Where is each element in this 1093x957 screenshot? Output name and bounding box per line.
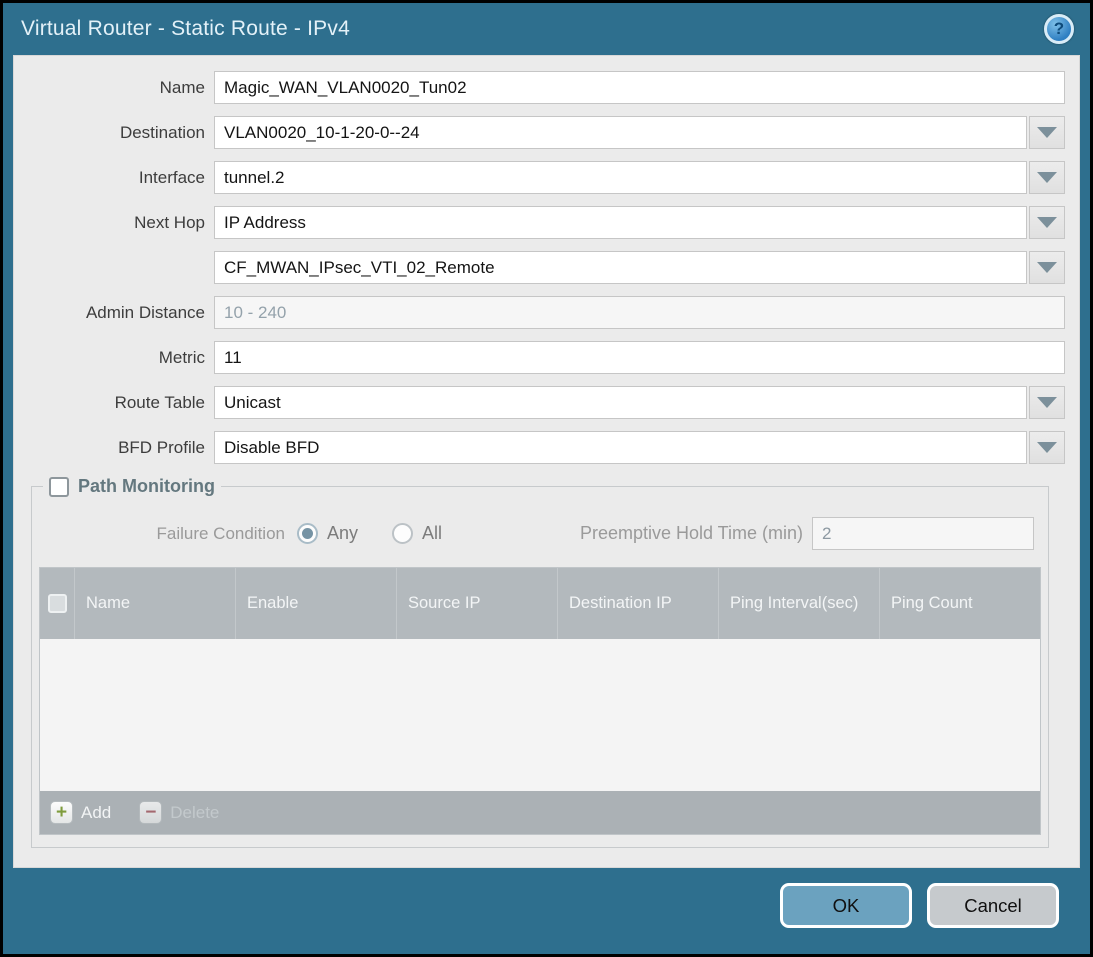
route-table-input[interactable]: [214, 386, 1027, 419]
admin-distance-input[interactable]: [214, 296, 1065, 329]
form-row-metric: Metric: [14, 341, 1065, 374]
column-header-ping-interval[interactable]: Ping Interval(sec): [718, 568, 879, 639]
path-monitoring-section: Path Monitoring Failure Condition Any Al…: [31, 476, 1049, 848]
preemptive-hold-input[interactable]: [812, 517, 1034, 550]
route-table-dropdown-button[interactable]: [1029, 386, 1065, 419]
bfd-profile-label: BFD Profile: [14, 438, 214, 458]
form-row-next-hop: Next Hop: [14, 206, 1065, 239]
chevron-down-icon: [1037, 127, 1057, 138]
column-header-destination-ip[interactable]: Destination IP: [557, 568, 718, 639]
chevron-down-icon: [1037, 397, 1057, 408]
chevron-down-icon: [1037, 442, 1057, 453]
form-row-name: Name: [14, 71, 1065, 104]
table-header-select-all: [40, 568, 74, 639]
ok-button[interactable]: OK: [780, 883, 912, 928]
form-row-interface: Interface: [14, 161, 1065, 194]
destination-input[interactable]: [214, 116, 1027, 149]
next-hop-label: Next Hop: [14, 213, 214, 233]
radio-all-label: All: [422, 523, 442, 544]
add-button-label: Add: [81, 803, 111, 823]
destination-dropdown-button[interactable]: [1029, 116, 1065, 149]
name-input[interactable]: [214, 71, 1065, 104]
column-header-name[interactable]: Name: [74, 568, 235, 639]
radio-any[interactable]: Any: [297, 523, 358, 544]
destination-label: Destination: [14, 123, 214, 143]
interface-label: Interface: [14, 168, 214, 188]
preemptive-hold-group: Preemptive Hold Time (min): [580, 517, 1034, 550]
dialog-titlebar: Virtual Router - Static Route - IPv4 ?: [3, 3, 1090, 55]
name-label: Name: [14, 78, 214, 98]
cancel-button[interactable]: Cancel: [927, 883, 1059, 928]
metric-input[interactable]: [214, 341, 1065, 374]
radio-all[interactable]: All: [392, 523, 442, 544]
delete-button[interactable]: − Delete: [139, 801, 219, 824]
path-monitoring-legend: Path Monitoring: [43, 476, 221, 497]
chevron-down-icon: [1037, 172, 1057, 183]
form-row-admin-distance: Admin Distance: [14, 296, 1065, 329]
path-monitoring-checkbox[interactable]: [49, 477, 69, 497]
static-route-dialog: Virtual Router - Static Route - IPv4 ? N…: [3, 3, 1090, 954]
next-hop-address-input[interactable]: [214, 251, 1027, 284]
table-toolbar: + Add − Delete: [40, 791, 1040, 834]
dialog-footer: OK Cancel: [3, 868, 1090, 954]
delete-minus-icon: −: [139, 801, 162, 824]
help-icon[interactable]: ?: [1044, 14, 1074, 44]
metric-label: Metric: [14, 348, 214, 368]
bfd-profile-input[interactable]: [214, 431, 1027, 464]
chevron-down-icon: [1037, 262, 1057, 273]
next-hop-type-dropdown-button[interactable]: [1029, 206, 1065, 239]
table-header-row: Name Enable Source IP Destination IP Pin…: [40, 568, 1040, 639]
next-hop-type-input[interactable]: [214, 206, 1027, 239]
path-monitoring-title: Path Monitoring: [78, 476, 215, 497]
interface-input[interactable]: [214, 161, 1027, 194]
delete-button-label: Delete: [170, 803, 219, 823]
table-body-empty: [40, 639, 1040, 791]
radio-all-circle[interactable]: [392, 523, 413, 544]
form-row-bfd-profile: BFD Profile: [14, 431, 1065, 464]
admin-distance-label: Admin Distance: [14, 303, 214, 323]
radio-any-label: Any: [327, 523, 358, 544]
radio-any-circle[interactable]: [297, 523, 318, 544]
select-all-checkbox[interactable]: [48, 594, 67, 613]
add-plus-icon: +: [50, 801, 73, 824]
dialog-content: Name Destination Interface: [13, 55, 1080, 868]
dialog-title: Virtual Router - Static Route - IPv4: [21, 17, 350, 41]
form-row-route-table: Route Table: [14, 386, 1065, 419]
next-hop-address-dropdown-button[interactable]: [1029, 251, 1065, 284]
preemptive-hold-label: Preemptive Hold Time (min): [580, 523, 812, 544]
add-button[interactable]: + Add: [50, 801, 111, 824]
help-icon-glyph: ?: [1054, 19, 1064, 39]
failure-condition-row: Failure Condition Any All Preemptive Hol…: [39, 517, 1041, 550]
failure-condition-label: Failure Condition: [39, 524, 297, 544]
form-row-destination: Destination: [14, 116, 1065, 149]
bfd-profile-dropdown-button[interactable]: [1029, 431, 1065, 464]
column-header-source-ip[interactable]: Source IP: [396, 568, 557, 639]
chevron-down-icon: [1037, 217, 1057, 228]
column-header-ping-count[interactable]: Ping Count: [879, 568, 1040, 639]
interface-dropdown-button[interactable]: [1029, 161, 1065, 194]
column-header-enable[interactable]: Enable: [235, 568, 396, 639]
route-table-label: Route Table: [14, 393, 214, 413]
path-monitoring-table: Name Enable Source IP Destination IP Pin…: [39, 567, 1041, 835]
form-row-next-hop-address: [14, 251, 1065, 284]
